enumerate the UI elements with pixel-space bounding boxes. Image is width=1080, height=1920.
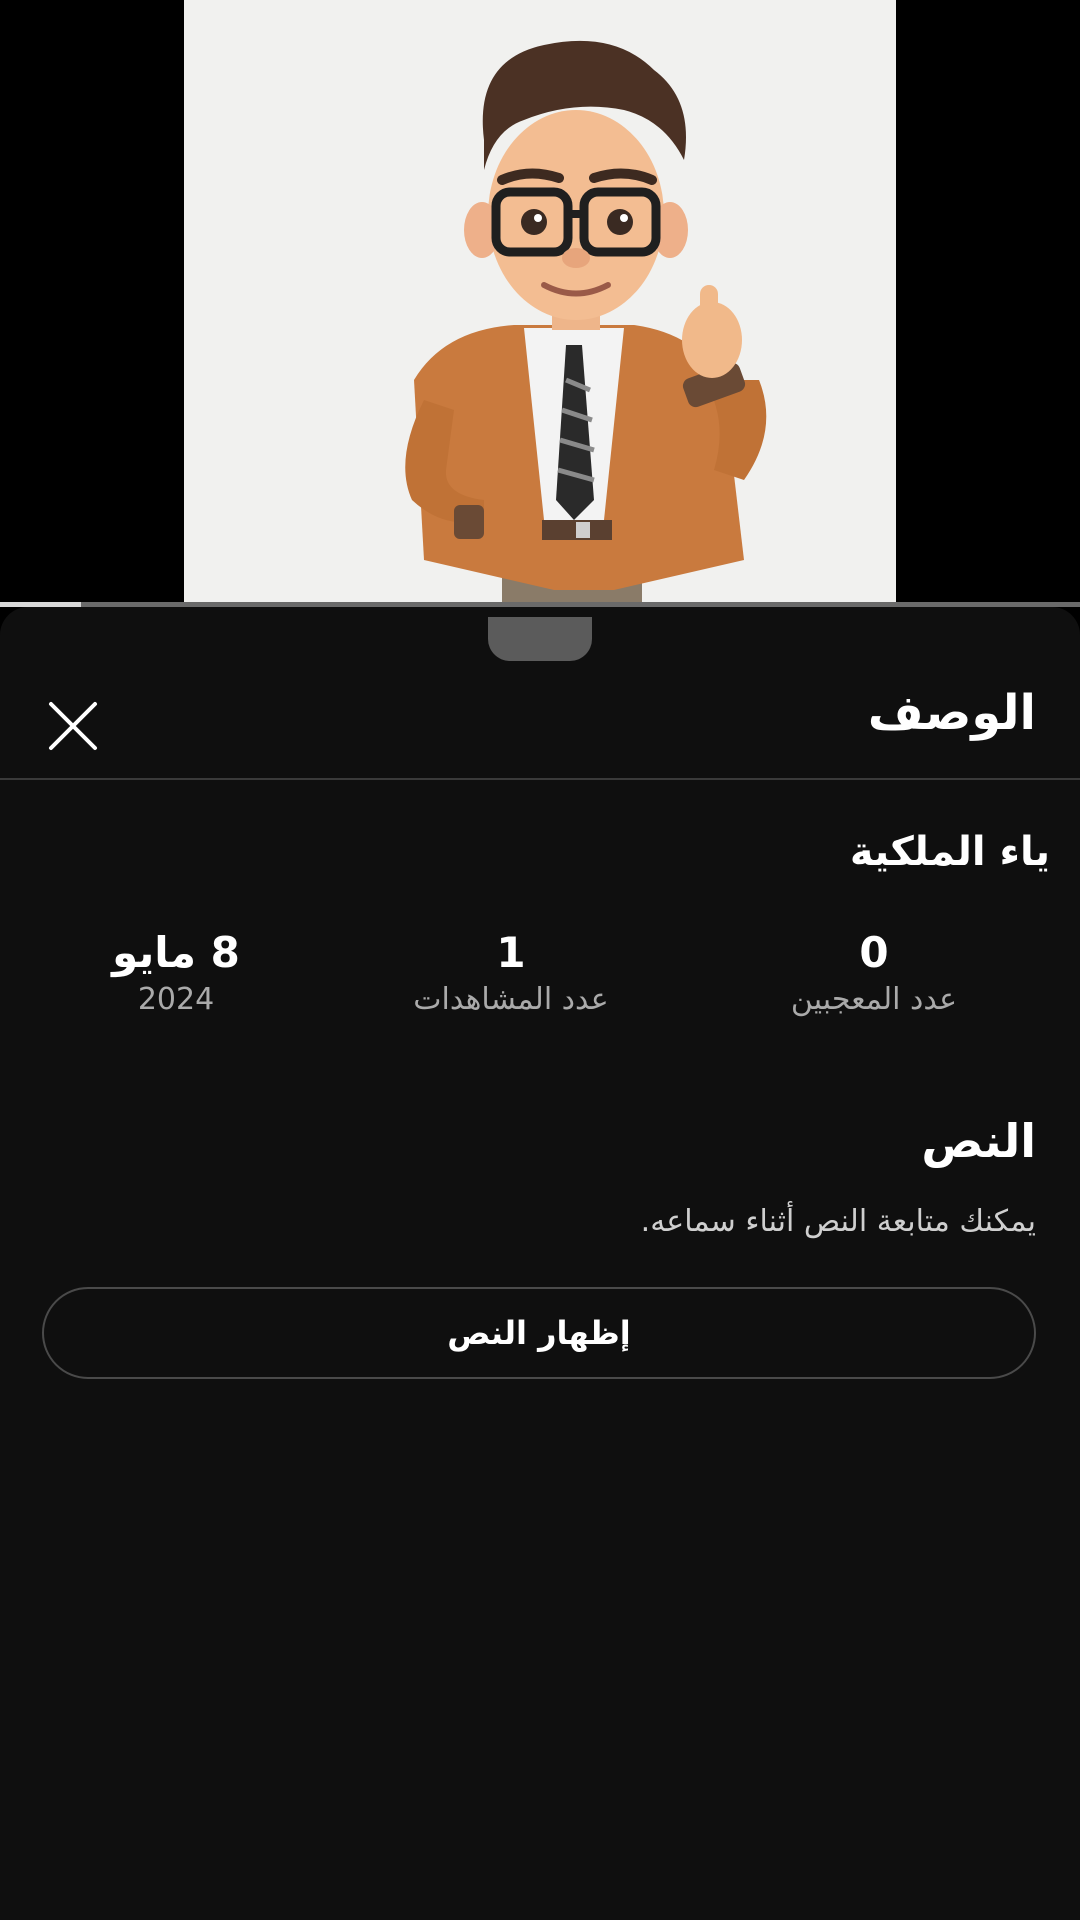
stat-date-year: 2024 — [137, 982, 215, 1017]
show-transcript-button[interactable]: إظهار النص — [42, 1287, 1036, 1379]
sheet-title: الوصف — [867, 685, 1036, 741]
stat-date: 8 مايو 2024 — [26, 927, 326, 1021]
stat-likes-label: عدد المعجبين — [790, 982, 958, 1017]
description-sheet: الوصف ياء الملكية 0 عدد المعجبين 1 عدد ا… — [0, 607, 1080, 1920]
stat-likes: 0 عدد المعجبين — [724, 927, 1024, 1021]
transcript-title: النص — [921, 1114, 1036, 1168]
stat-likes-value: 0 — [859, 928, 889, 977]
stat-views: 1 عدد المشاهدات — [361, 927, 661, 1021]
stat-views-label: عدد المشاهدات — [413, 982, 609, 1017]
close-icon — [49, 702, 97, 750]
drag-handle[interactable] — [488, 617, 592, 661]
header-divider — [0, 778, 1080, 780]
video-title: ياء الملكية — [849, 829, 1050, 875]
sheet-header: الوصف — [0, 667, 1080, 779]
stat-views-value: 1 — [496, 928, 526, 977]
video-thumbnail[interactable] — [184, 0, 896, 605]
stat-date-value: 8 مايو — [112, 928, 240, 977]
cartoon-character-illustration — [405, 40, 767, 605]
transcript-description: يمكنك متابعة النص أثناء سماعه. — [640, 1204, 1036, 1239]
video-player[interactable] — [0, 0, 1080, 607]
close-button[interactable] — [46, 699, 100, 753]
